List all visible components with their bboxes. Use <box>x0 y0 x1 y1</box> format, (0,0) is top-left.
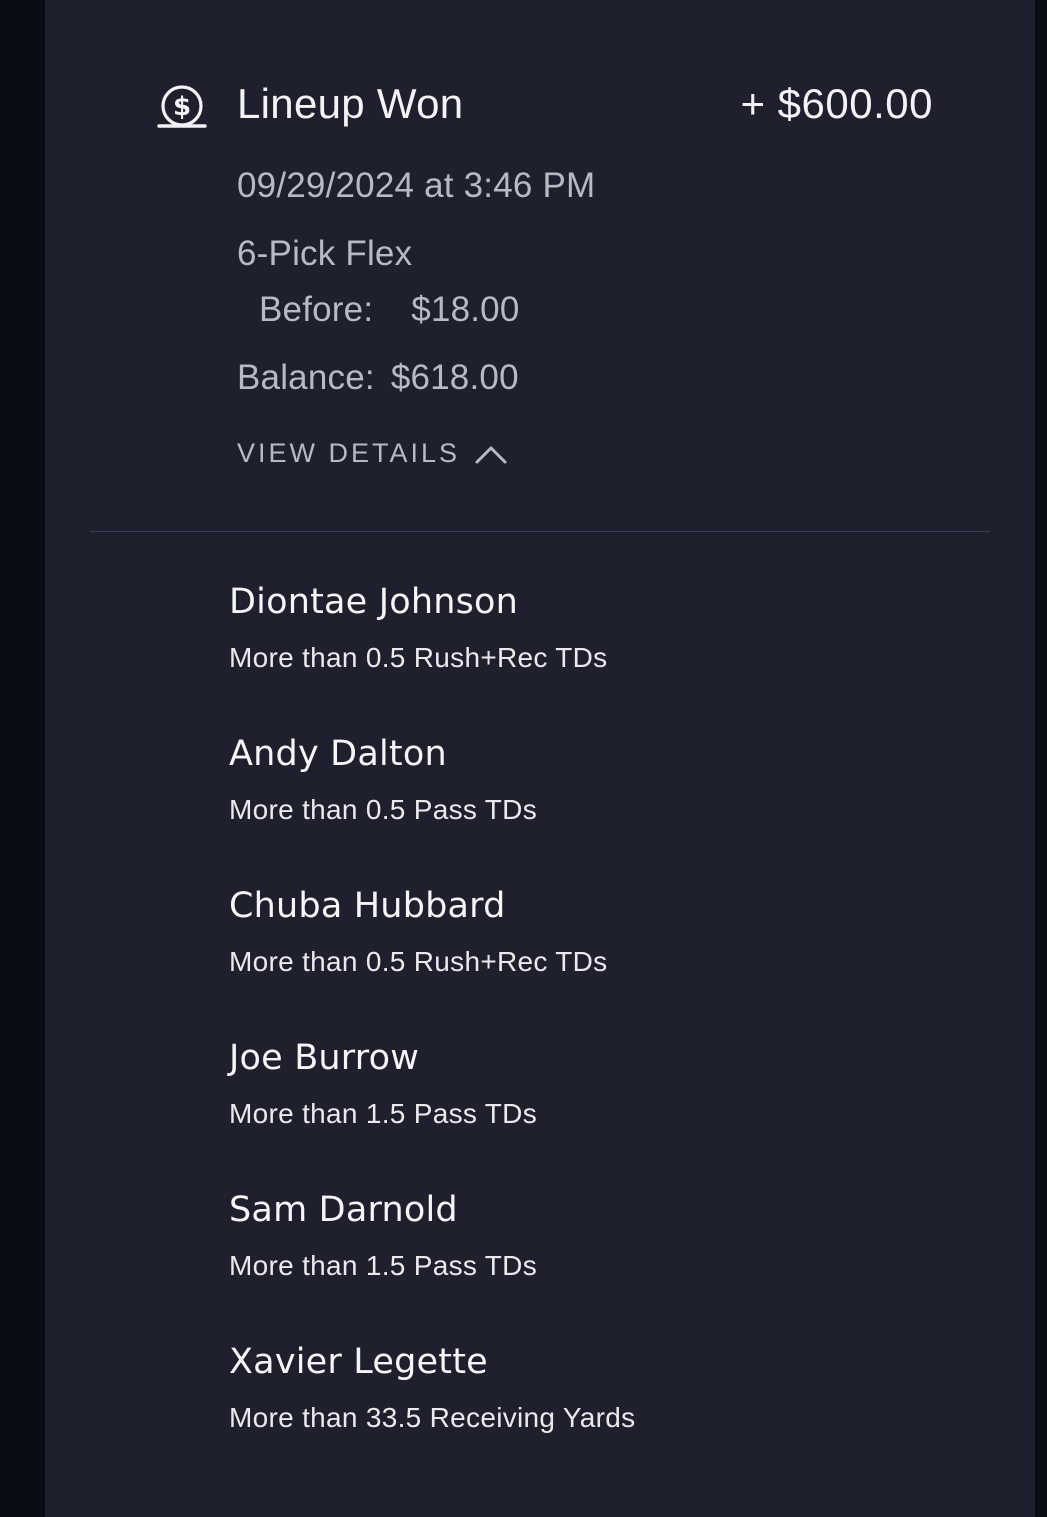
pick-line: More than 0.5 Rush+Rec TDs <box>229 642 608 673</box>
pick-item: Sam Darnold More than 1.5 Pass TDs <box>229 1188 949 1340</box>
svg-text:$: $ <box>173 92 191 122</box>
balance-value: $618.00 <box>390 358 519 397</box>
pick-item: Xavier Legette More than 33.5 Receiving … <box>229 1340 949 1492</box>
pick-player: Joe Burrow <box>229 1038 420 1078</box>
pick-item: Andy Dalton More than 0.5 Pass TDs <box>229 732 949 884</box>
entry-date: 09/29/2024 at 3:46 PM <box>237 166 596 205</box>
chevron-up-icon <box>475 446 507 463</box>
view-details-label: VIEW DETAILS <box>237 438 461 468</box>
pick-line: More than 0.5 Rush+Rec TDs <box>229 946 608 977</box>
before-label: Before: <box>259 290 374 329</box>
dollar-coin-icon: $ <box>157 85 207 128</box>
pick-player: Sam Darnold <box>229 1190 458 1230</box>
pick-player: Chuba Hubbard <box>229 886 506 926</box>
balance-before: Before: $18.00 <box>259 290 520 330</box>
pick-item: Chuba Hubbard More than 0.5 Rush+Rec TDs <box>229 884 949 1036</box>
page: $ Lineup Won + $600.00 09/29/2024 at 3:4… <box>0 0 1047 1517</box>
balance-label: Balance: <box>237 358 375 397</box>
pick-player: Xavier Legette <box>229 1342 488 1382</box>
before-value: $18.00 <box>411 290 520 329</box>
pick-item: Joe Burrow More than 1.5 Pass TDs <box>229 1036 949 1188</box>
pick-list: Diontae Johnson More than 0.5 Rush+Rec T… <box>229 580 949 1492</box>
pick-item: Diontae Johnson More than 0.5 Rush+Rec T… <box>229 580 949 732</box>
view-details-toggle[interactable]: VIEW DETAILS <box>237 438 508 469</box>
contest-type: 6-Pick Flex <box>237 234 413 273</box>
divider <box>90 531 990 532</box>
pick-line: More than 33.5 Receiving Yards <box>229 1402 636 1433</box>
payout-amount: + $600.00 <box>740 80 933 127</box>
pick-line: More than 1.5 Pass TDs <box>229 1098 537 1129</box>
balance-after: Balance: $618.00 <box>237 358 519 398</box>
result-title: Lineup Won <box>237 80 464 127</box>
pick-line: More than 1.5 Pass TDs <box>229 1250 537 1281</box>
pick-player: Diontae Johnson <box>229 582 519 622</box>
pick-player: Andy Dalton <box>229 734 447 774</box>
pick-line: More than 0.5 Pass TDs <box>229 794 537 825</box>
